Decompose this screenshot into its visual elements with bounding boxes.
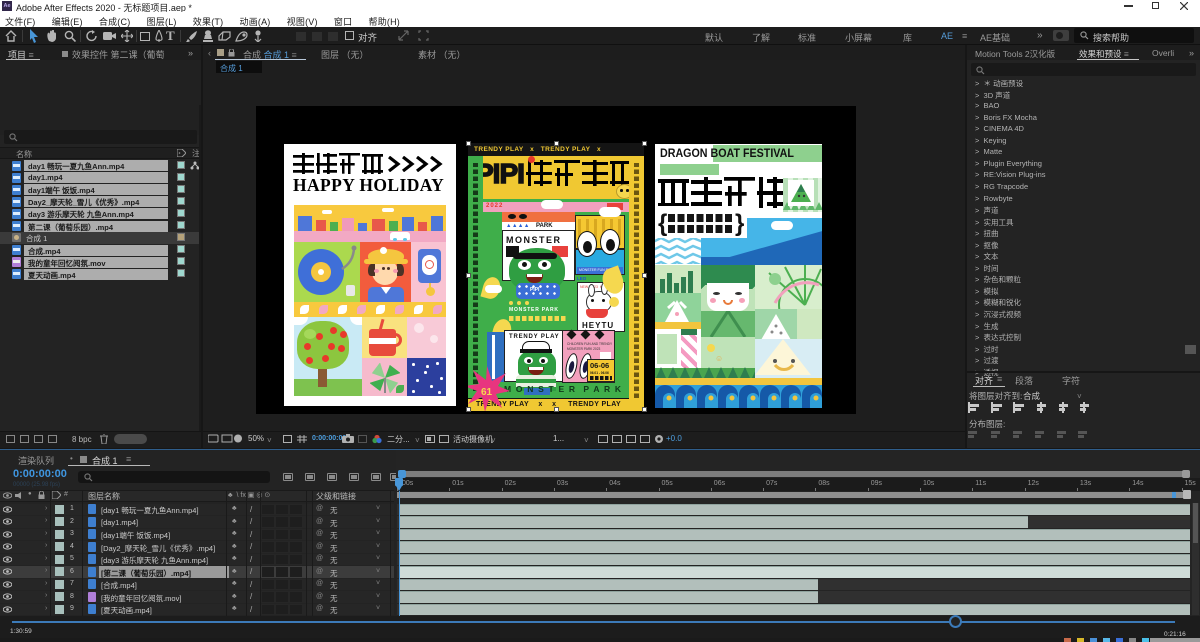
svg-text:61: 61 [481,387,493,398]
